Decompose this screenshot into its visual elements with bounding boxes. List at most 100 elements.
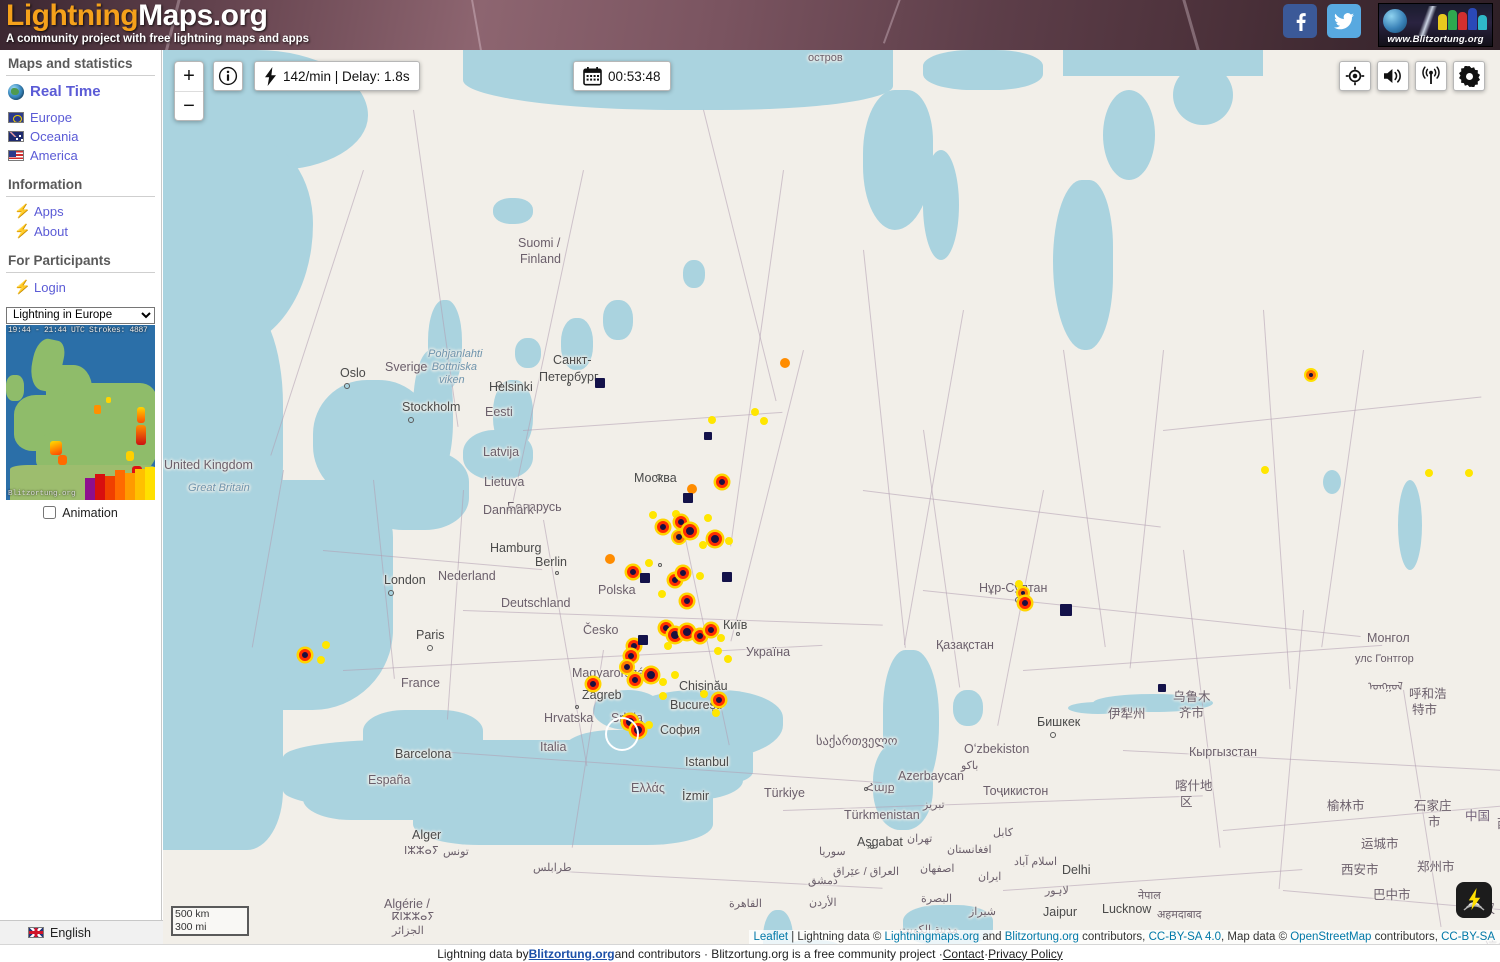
sidebar-item-about[interactable]: ⚡ About [6,221,155,241]
lightning-strike-marker [645,721,653,729]
animation-toggle-row[interactable]: Animation [6,506,155,520]
footer-privacy-link[interactable]: Privacy Policy [988,947,1063,961]
leaflet-link[interactable]: Leaflet [754,931,789,943]
blitzortung-banner[interactable]: www.Blitzortung.org [1378,3,1493,47]
strike-rate-indicator[interactable]: 142/min | Delay: 1.8s [254,61,420,91]
lightning-strike-marker [664,642,672,650]
lightning-strike-marker [605,554,615,564]
lightningmaps-link[interactable]: Lightningmaps.org [885,931,980,943]
lightning-strike-marker [644,668,658,682]
city-marker [427,645,433,651]
attrib-mapdata: , Map data © [1221,931,1291,943]
twitter-icon[interactable] [1327,4,1361,38]
footer-contact-link[interactable]: Contact [943,947,984,961]
lightning-strike-marker [694,630,706,642]
lightning-strike-marker [1060,604,1072,616]
sidebar-item-login[interactable]: ⚡ Login [6,277,155,297]
legend-bar [85,477,95,500]
person-red [1458,12,1467,30]
flag-uk-icon [28,927,44,938]
zoom-out-button[interactable]: − [175,92,203,122]
attrib-contrib2: contributors, [1371,931,1442,943]
lightning-strike-marker [657,521,669,533]
sound-icon[interactable] [1377,61,1409,91]
strike-rate-text: 142/min | Delay: 1.8s [283,68,410,84]
language-selector[interactable]: English [0,920,163,944]
bolt-icon: ⚡ [14,203,31,218]
attrib-contrib1: contributors, [1078,931,1149,943]
signal-icon[interactable] [1415,61,1447,91]
thumb-strike [136,424,146,445]
legend-bar [135,468,145,500]
map-select[interactable]: Lightning in EuropeLightning in OceaniaL… [6,306,155,324]
ccbysa4-link[interactable]: CC-BY-SA 4.0 [1149,931,1221,943]
lightning-strike-marker [595,378,605,388]
city-marker [658,563,662,567]
gear-icon[interactable] [1453,61,1485,91]
site-logo[interactable]: LightningMaps.org A community project wi… [6,0,309,46]
legend-bar [125,472,135,500]
banner-url: www.Blitzortung.org [1387,34,1484,45]
site-title-part2: Maps.org [138,0,268,32]
sidebar-section-participants: For Participants [6,247,155,273]
flag-europe-icon [8,112,24,123]
city-marker [555,571,559,575]
lightning-deco [1180,0,1201,50]
lightning-deco [470,0,483,50]
lightning-strike-marker [1425,469,1433,477]
city-marker [656,474,662,480]
lightning-strike-marker [700,690,708,698]
lightning-strike-marker [649,511,657,519]
locate-icon[interactable] [1339,61,1371,91]
info-icon[interactable] [213,61,243,91]
map-attribution: Leaflet | Lightning data © Lightningmaps… [748,930,1500,944]
lightning-strike-marker [1019,597,1031,609]
water-area [493,198,533,224]
openstreetmap-link[interactable]: OpenStreetMap [1290,931,1371,943]
city-marker [864,787,868,791]
water-area [1398,480,1422,570]
time-text: 00:53:48 [608,68,661,84]
legend-bar [145,466,155,500]
sidebar-item-oceania[interactable]: Oceania [6,127,155,146]
lightning-strike-marker [713,694,725,706]
water-area [428,300,462,390]
sidebar-item-america[interactable]: America [6,146,155,165]
site-header: LightningMaps.org A community project wi… [0,0,1500,50]
sidebar-item-label: America [30,148,78,163]
attrib-and: and [979,931,1005,943]
lightning-strike-marker [683,524,697,538]
footer-blitzortung-link[interactable]: Blitzortung.org [529,947,615,961]
site-footer: Lightning data by Blitzortung.org and co… [0,944,1500,962]
zoom-control[interactable]: + − [174,61,204,121]
sidebar-item-label: Apps [34,203,64,219]
ccbysa-link[interactable]: CC-BY-SA [1441,931,1495,943]
lightning-strike-marker [760,417,768,425]
sidebar-item-real-time[interactable]: Real Time [6,81,155,102]
zoom-in-button[interactable]: + [175,62,203,92]
lightning-strike-marker [1015,580,1023,588]
water-area [1173,65,1233,125]
sidebar-item-label: Europe [30,110,72,125]
water-area [359,450,469,530]
flag-america-icon [8,150,24,161]
blitzortung-link[interactable]: Blitzortung.org [1005,931,1079,943]
thumbnail-map[interactable]: 19:44 - 21:44 UTC Strokes: 4887 Blitzort… [6,324,155,500]
lightning-strike-marker [299,649,311,661]
lightning-map[interactable]: остров Suomi / Finland Pohjanlahti - Bottnis… [163,50,1500,944]
lightning-app-icon[interactable] [1456,882,1492,918]
attrib-sep1: | Lightning data © [788,931,885,943]
thumbnail-panel: Lightning in EuropeLightning in OceaniaL… [6,305,155,520]
thumb-strike [94,404,101,414]
facebook-icon[interactable] [1283,4,1317,38]
animation-checkbox[interactable] [43,506,57,519]
sidebar-item-apps[interactable]: ⚡ Apps [6,201,155,221]
city-marker [408,417,414,423]
lightning-strike-marker [716,476,728,488]
lightning-bolt-icon [265,66,276,86]
thumb-strike [106,396,111,403]
time-indicator[interactable]: 00:53:48 [573,61,671,91]
animation-label[interactable]: Animation [62,506,118,520]
lightning-strike-marker [712,709,720,717]
sidebar-item-europe[interactable]: Europe [6,108,155,127]
